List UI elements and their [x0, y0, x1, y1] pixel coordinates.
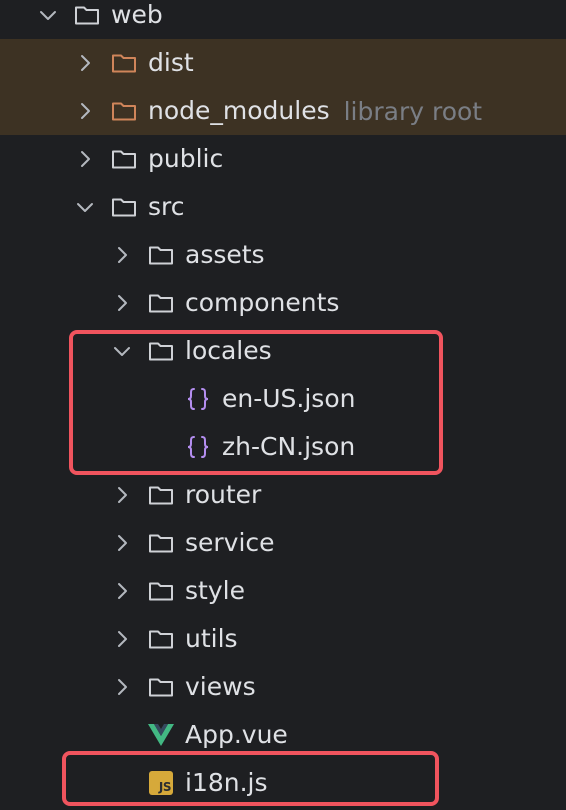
tree-item-assets[interactable]: assets [0, 231, 566, 279]
tree-item-i18n-js[interactable]: JS i18n.js [0, 759, 566, 807]
tree-item-src[interactable]: src [0, 183, 566, 231]
tree-item-dist[interactable]: dist [0, 39, 566, 87]
folder-icon [110, 193, 138, 221]
chevron-right-icon[interactable] [73, 99, 97, 123]
chevron-down-icon[interactable] [110, 339, 134, 363]
tree-item-views[interactable]: views [0, 663, 566, 711]
tree-item-web[interactable]: web [0, 0, 566, 39]
chevron-down-icon[interactable] [73, 195, 97, 219]
excluded-folder-icon [110, 97, 138, 125]
folder-icon [147, 625, 175, 653]
tree-item-app-vue[interactable]: App.vue [0, 711, 566, 759]
tree-item-en-us-json[interactable]: en-US.json [0, 375, 566, 423]
chevron-right-icon[interactable] [110, 531, 134, 555]
tree-item-utils[interactable]: utils [0, 615, 566, 663]
tree-item-label: zh-CN.json [222, 432, 356, 461]
tree-item-label: router [185, 480, 262, 509]
tree-item-locales[interactable]: locales [0, 327, 566, 375]
chevron-right-icon[interactable] [110, 675, 134, 699]
chevron-right-icon[interactable] [110, 627, 134, 651]
tree-item-label: en-US.json [222, 384, 356, 413]
tree-item-label: App.vue [185, 720, 288, 749]
excluded-folder-icon [110, 49, 138, 77]
folder-icon [147, 529, 175, 557]
chevron-right-icon[interactable] [73, 51, 97, 75]
tree-item-label: src [148, 192, 185, 221]
tree-item-zh-cn-json[interactable]: zh-CN.json [0, 423, 566, 471]
chevron-down-icon[interactable] [36, 3, 60, 27]
chevron-right-icon[interactable] [110, 579, 134, 603]
folder-icon [147, 673, 175, 701]
chevron-right-icon[interactable] [110, 291, 134, 315]
json-icon [184, 433, 212, 461]
tree-item-label: views [185, 672, 256, 701]
tree-item-label: components [185, 288, 340, 317]
tree-item-label: style [185, 576, 245, 605]
chevron-right-icon[interactable] [73, 147, 97, 171]
project-tree: web dist node_modules library root publi… [0, 0, 566, 810]
js-file-icon: JS [147, 769, 175, 797]
tree-item-public[interactable]: public [0, 135, 566, 183]
chevron-right-icon[interactable] [110, 483, 134, 507]
vue-icon [147, 721, 175, 749]
folder-icon [147, 337, 175, 365]
tree-item-label: node_modules [148, 96, 330, 125]
tree-item-label: web [111, 0, 163, 29]
chevron-right-icon[interactable] [110, 243, 134, 267]
tree-item-router[interactable]: router [0, 471, 566, 519]
library-root-hint: library root [343, 96, 483, 126]
tree-item-service[interactable]: service [0, 519, 566, 567]
json-icon [184, 385, 212, 413]
tree-item-label: utils [185, 624, 238, 653]
folder-icon [147, 289, 175, 317]
tree-item-label: dist [148, 48, 194, 77]
tree-item-label: locales [185, 336, 272, 365]
tree-item-label: service [185, 528, 275, 557]
folder-icon [147, 577, 175, 605]
folder-icon [73, 1, 101, 29]
folder-icon [147, 241, 175, 269]
tree-item-components[interactable]: components [0, 279, 566, 327]
folder-icon [147, 481, 175, 509]
tree-item-label: i18n.js [185, 768, 268, 797]
tree-item-label: assets [185, 240, 265, 269]
tree-item-style[interactable]: style [0, 567, 566, 615]
tree-item-label: public [148, 144, 224, 173]
tree-item-node-modules[interactable]: node_modules library root [0, 87, 566, 135]
js-badge: JS [149, 771, 173, 795]
folder-icon [110, 145, 138, 173]
